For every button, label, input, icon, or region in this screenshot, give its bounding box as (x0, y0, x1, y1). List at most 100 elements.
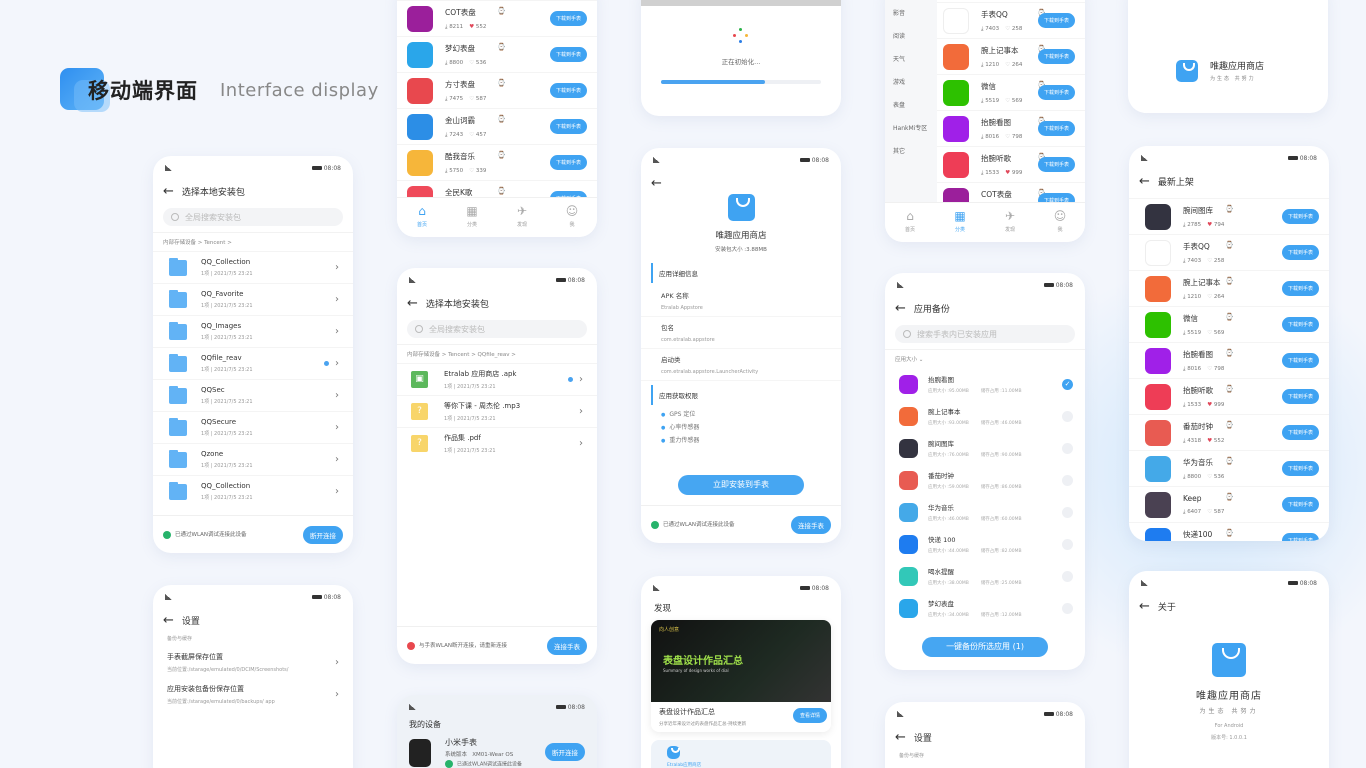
search-input[interactable]: 搜索手表内已安装应用 (895, 325, 1075, 343)
app-list-item[interactable]: 抬腕听歌⤓ 1533♥ 999⌚下载到手表 (937, 146, 1085, 182)
disconnect-button[interactable]: 断开连接 (303, 525, 343, 544)
app-list-item[interactable]: Keep ⤓ 6407 ♡ 587 ⌚ 下载到手表 (1129, 486, 1329, 522)
heart-icon[interactable]: ♡ (1005, 98, 1010, 104)
search-input[interactable]: 全局搜索安装包 (407, 320, 587, 338)
tab-3[interactable]: ☺ 我 (547, 198, 597, 237)
checkbox-icon[interactable] (1062, 538, 1073, 550)
heart-icon[interactable]: ♡ (1207, 366, 1212, 372)
backup-app-item[interactable]: 番茄时钟 应用大小 :59.00MB 储存占用 :86.00MB (885, 464, 1085, 496)
back-arrow-icon[interactable]: ← (163, 184, 174, 199)
disconnect-button[interactable]: 断开连接 (545, 743, 585, 761)
app-list-item[interactable]: 酷我音乐 ⤓ 5750 ♡ 339 ⌚ 下载到手表 (397, 144, 597, 180)
download-to-watch-button[interactable]: 下载到手表 (1281, 533, 1319, 541)
back-arrow-icon[interactable]: ← (651, 176, 662, 191)
backup-app-item[interactable]: 梦幻表盘 应用大小 :34.00MB 储存占用 :12.00MB (885, 592, 1085, 624)
app-list-item[interactable]: 华为音乐 ⤓ 8800 ♡ 536 ⌚ 下载到手表 (1129, 450, 1329, 486)
heart-icon[interactable]: ♡ (469, 60, 474, 66)
download-to-watch-button[interactable]: 下载到手表 (1037, 49, 1075, 64)
tab-2[interactable]: ✈ 发现 (985, 203, 1035, 242)
checkbox-icon[interactable] (1062, 570, 1073, 582)
app-list-item[interactable]: 手表QQ⤓ 7403♡ 258⌚下载到手表 (937, 2, 1085, 38)
backup-app-item[interactable]: 抬腕看图 应用大小 :95.00MB 储存占用 :11.00MB ✓ (885, 368, 1085, 400)
app-list-item[interactable]: 金山词霸 ⤓ 7243 ♡ 457 ⌚ 下载到手表 (397, 108, 597, 144)
back-arrow-icon[interactable]: ← (163, 613, 174, 628)
category-item[interactable]: 游戏 (885, 71, 937, 94)
folder-row[interactable]: QQ_Collection 1项 | 2021/7/5 23:21 › (153, 475, 353, 507)
install-button[interactable]: 立即安装到手表 (678, 475, 804, 495)
app-list-item[interactable]: 腕上记事本 ⤓ 1210 ♡ 264 ⌚ 下载到手表 (1129, 270, 1329, 306)
heart-icon[interactable]: ♡ (469, 168, 474, 174)
checkbox-icon[interactable] (1062, 442, 1073, 454)
download-to-watch-button[interactable]: 下载到手表 (1037, 121, 1075, 136)
checkbox-checked-icon[interactable]: ✓ (1062, 378, 1073, 390)
folder-row[interactable]: QQSec 1项 | 2021/7/5 23:21 › (153, 379, 353, 411)
app-list-item[interactable]: 方寸表盘 ⤓ 7475 ♡ 587 ⌚ 下载到手表 (397, 72, 597, 108)
back-arrow-icon[interactable]: ← (895, 730, 906, 745)
back-arrow-icon[interactable]: ← (895, 301, 906, 316)
back-arrow-icon[interactable]: ← (407, 296, 418, 311)
download-to-watch-button[interactable]: 下载到手表 (549, 47, 587, 62)
app-list-item[interactable]: 快递100⤓ ♡ ⌚下载到手表 (1129, 522, 1329, 541)
app-list-item[interactable]: 微信⤓ 5519♡ 569⌚下载到手表 (937, 74, 1085, 110)
tab-3[interactable]: ☺ 我 (1035, 203, 1085, 242)
backup-app-item[interactable]: 腕上记事本 应用大小 :93.00MB 储存占用 :46.00MB (885, 400, 1085, 432)
app-list-item[interactable]: 番茄时钟 ⤓ 4318 ♥ 552 ⌚ 下载到手表 (1129, 414, 1329, 450)
heart-icon[interactable]: ♡ (1207, 258, 1212, 264)
heart-icon[interactable]: ♥ (469, 24, 474, 30)
heart-icon[interactable]: ♥ (1005, 170, 1010, 176)
folder-row[interactable]: QQ_Collection 1项 | 2021/7/5 23:21 › (153, 251, 353, 283)
app-list-item[interactable]: 抬腕看图⤓ 8016♡ 798⌚下载到手表 (937, 110, 1085, 146)
category-item[interactable]: 影音 (885, 2, 937, 25)
settings-item[interactable]: 应用安装包备份保存位置 当前位置:/starage/emulated/0/back… (153, 678, 353, 710)
backup-button[interactable]: 一键备份所选应用 (1) (922, 637, 1048, 657)
category-item[interactable]: 表盘 (885, 94, 937, 117)
folder-row[interactable]: Qzone 1项 | 2021/7/5 23:21 › (153, 443, 353, 475)
heart-icon[interactable]: ♥ (1207, 438, 1212, 444)
heart-icon[interactable]: ♡ (1207, 330, 1212, 336)
download-to-watch-button[interactable]: 下载到手表 (549, 83, 587, 98)
download-to-watch-button[interactable]: 下载到手表 (549, 155, 587, 170)
download-to-watch-button[interactable]: 下载到手表 (549, 11, 587, 26)
checkbox-icon[interactable] (1062, 602, 1073, 614)
download-to-watch-button[interactable]: 下载到手表 (1281, 353, 1319, 368)
app-list-item[interactable]: 梦幻表盘 ⤓ 8800 ♡ 536 ⌚ 下载到手表 (397, 36, 597, 72)
heart-icon[interactable]: ♡ (1005, 62, 1010, 68)
tab-1[interactable]: ▦ 分类 (447, 198, 497, 237)
settings-item[interactable]: 手表截屏保存位置 当前位置:/starage/emulated/0/DCIM/Sc… (153, 646, 353, 678)
download-to-watch-button[interactable]: 下载到手表 (1281, 389, 1319, 404)
heart-icon[interactable]: ♡ (1005, 134, 1010, 140)
view-details-button[interactable]: 查看详情 (792, 708, 827, 723)
file-row[interactable]: ? 等你下课 - 周杰伦 .mp3 1项 | 2021/7/5 23:21 › (397, 395, 597, 427)
download-to-watch-button[interactable]: 下载到手表 (1281, 209, 1319, 224)
folder-row[interactable]: QQSecure 1项 | 2021/7/5 23:21 › (153, 411, 353, 443)
tab-0[interactable]: ⌂ 首页 (397, 198, 447, 237)
download-to-watch-button[interactable]: 下载到手表 (1281, 425, 1319, 440)
backup-app-item[interactable]: 华为音乐 应用大小 :46.00MB 储存占用 :60.00MB (885, 496, 1085, 528)
checkbox-icon[interactable] (1062, 410, 1073, 422)
download-to-watch-button[interactable]: 下载到手表 (1037, 13, 1075, 28)
back-arrow-icon[interactable]: ← (1139, 599, 1150, 614)
tab-0[interactable]: ⌂ 首页 (885, 203, 935, 242)
category-item[interactable]: 其它 (885, 140, 937, 163)
connect-watch-button[interactable]: 连接手表 (791, 515, 831, 534)
heart-icon[interactable]: ♡ (469, 96, 474, 102)
backup-app-item[interactable]: 快递 100 应用大小 :44.00MB 储存占用 :82.00MB (885, 528, 1085, 560)
tab-1[interactable]: ▦ 分类 (935, 203, 985, 242)
heart-icon[interactable]: ♡ (1005, 26, 1010, 32)
tab-2[interactable]: ✈ 发现 (497, 198, 547, 237)
checkbox-icon[interactable] (1062, 506, 1073, 518)
heart-icon[interactable]: ♡ (1207, 474, 1212, 480)
file-row[interactable]: ? 作品集 .pdf 1项 | 2021/7/5 23:21 › (397, 427, 597, 459)
folder-row[interactable]: QQ_Favorite 1项 | 2021/7/5 23:21 › (153, 283, 353, 315)
download-to-watch-button[interactable]: 下载到手表 (1281, 497, 1319, 512)
back-arrow-icon[interactable]: ← (1139, 174, 1150, 189)
folder-row[interactable]: QQfile_reav 1项 | 2021/7/5 23:21 › (153, 347, 353, 379)
search-input[interactable]: 全局搜索安装包 (163, 208, 343, 226)
app-list-item[interactable]: 抬腕听歌⤓ 1533♥ 999⌚下载到手表 (1129, 378, 1329, 414)
app-list-item[interactable]: COT表盘 ⤓ 8211 ♥ 552 ⌚ 下载到手表 (397, 0, 597, 36)
app-list-item[interactable]: 腕间图库 ⤓ 2785 ♥ 794 ⌚ 下载到手表 (1129, 198, 1329, 234)
sort-dropdown[interactable]: 应用大小 ⌄ (885, 349, 1085, 368)
app-list-item[interactable]: 抬腕看图⤓ 8016♡ 798⌚下载到手表 (1129, 342, 1329, 378)
heart-icon[interactable]: ♥ (1207, 222, 1212, 228)
download-to-watch-button[interactable]: 下载到手表 (549, 119, 587, 134)
